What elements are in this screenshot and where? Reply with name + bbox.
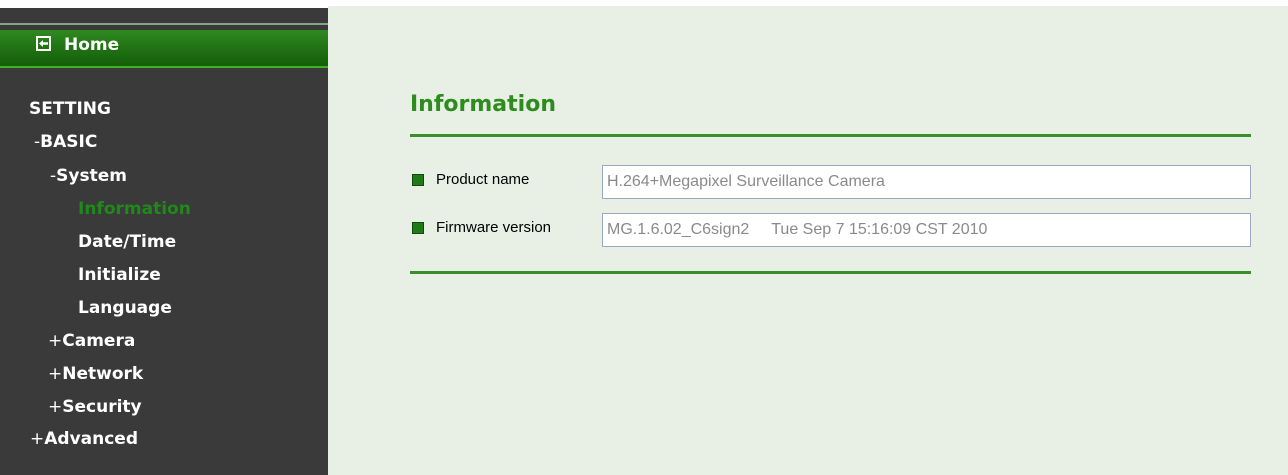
nav-camera[interactable]: +Camera [48,331,135,351]
expand-icon: + [48,364,63,384]
bottom-rule [410,271,1251,274]
nav-initialize-label: Initialize [78,265,161,285]
bullet-icon [412,222,424,234]
nav-information-label: Information [78,199,191,219]
home-label: Home [64,35,120,55]
nav-language[interactable]: Language [78,298,172,318]
page-title: Information [410,92,556,117]
nav-setting: SETTING [29,99,111,119]
nav-setting-label: SETTING [29,99,111,119]
nav-system-label: System [56,166,127,186]
firmware-version-label: Firmware version [436,219,552,236]
nav-basic[interactable]: -BASIC [34,132,97,152]
nav-language-label: Language [78,298,172,318]
expand-icon: + [30,429,45,449]
nav-advanced-label: Advanced [44,429,139,449]
nav-datetime[interactable]: Date/Time [78,232,176,252]
nav-network[interactable]: +Network [48,364,143,384]
back-arrow-icon [36,36,51,51]
nav-system[interactable]: -System [50,166,127,186]
nav-basic-label: BASIC [40,132,98,152]
product-name-field: H.264+Megapixel Surveillance Camera [602,165,1251,199]
expand-icon: + [48,397,63,417]
main-top-strip [328,0,1288,6]
nav-security[interactable]: +Security [48,397,142,417]
nav-information[interactable]: Information [78,199,191,219]
sidebar: Home SETTING -BASIC -System Information … [0,0,328,475]
nav-initialize[interactable]: Initialize [78,265,161,285]
title-rule [410,134,1251,137]
home-button[interactable]: Home [0,30,328,68]
nav-datetime-label: Date/Time [78,232,177,252]
sidebar-top-line [0,23,328,25]
nav-network-label: Network [62,364,144,384]
nav-camera-label: Camera [62,331,136,351]
product-name-label: Product name [436,171,530,188]
expand-icon: + [48,331,63,351]
bullet-icon [412,174,424,186]
nav-security-label: Security [62,397,142,417]
nav-advanced[interactable]: +Advanced [30,429,138,449]
firmware-version-field: MG.1.6.02_C6sign2 Tue Sep 7 15:16:09 CST… [602,213,1251,247]
main-content: Information Product name H.264+Megapixel… [328,0,1288,475]
